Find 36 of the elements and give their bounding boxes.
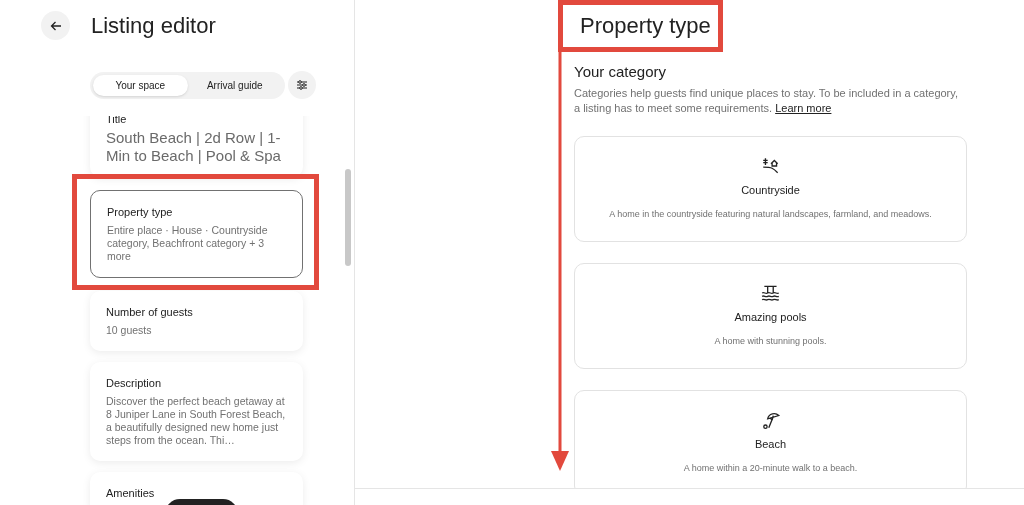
back-button[interactable] bbox=[41, 11, 70, 40]
section-value: 10 guests bbox=[106, 324, 153, 337]
section-card[interactable]: Title South Beach | 2d Row | 1-Min to Beach | Pool & Spa bbox=[90, 116, 303, 177]
section-label: Description bbox=[106, 376, 163, 390]
category-name: Beach bbox=[754, 436, 787, 452]
section-label: Title bbox=[106, 116, 128, 126]
category-name: Countryside bbox=[741, 182, 800, 198]
section-value: South Beach | 2d Row | 1-Min to Beach | Pool & Spa bbox=[106, 129, 282, 165]
category-description: A home within a 20-minute walk to a beach. bbox=[683, 462, 858, 475]
settings-icon bbox=[296, 79, 308, 91]
tab[interactable]: Your space bbox=[93, 74, 188, 96]
category-card[interactable]: Amazing pools A home with stunning pools. bbox=[574, 262, 967, 369]
subheading: Your category bbox=[574, 62, 667, 82]
section-card[interactable]: Description Discover the perfect beach getaway at 8 Juniper Lane in South Forest Beach, a beautifully designed new home just steps from the ocean. Thi… bbox=[90, 362, 303, 461]
section-card[interactable]: Property type Entire place · House · Countryside category, Beachfront category + 3 more bbox=[90, 190, 303, 278]
scrollbar-thumb[interactable] bbox=[345, 169, 351, 266]
category-description: A home in the countryside featuring natural landscapes, farmland, and meadows. bbox=[609, 208, 932, 221]
section-card[interactable]: Number of guests 10 guests bbox=[90, 291, 303, 351]
section-card[interactable]: Amenities bbox=[90, 472, 303, 505]
section-heading: Property type bbox=[579, 12, 712, 40]
countryside-icon bbox=[760, 155, 781, 176]
category-card[interactable]: Countryside A home in the countryside featuring natural landscapes, farmland, and meadows. bbox=[574, 135, 967, 242]
learn-more-link[interactable]: Learn more bbox=[775, 101, 832, 114]
intro-text: Categories help guests find unique places to stay. To be included in a category, a listing has to meet some requirements. Learn more bbox=[574, 85, 960, 116]
category-description: A home with stunning pools. bbox=[714, 335, 827, 348]
page-title: Listing editor bbox=[91, 11, 216, 40]
filter-button[interactable] bbox=[288, 71, 316, 99]
section-value: Entire place · House · Countryside category, Beachfront category + 3 more bbox=[107, 224, 269, 263]
tab[interactable]: Arrival guide bbox=[187, 74, 282, 96]
category-name: Amazing pools bbox=[734, 309, 807, 325]
category-card[interactable]: Beach A home within a 20-minute walk to a beach. bbox=[574, 389, 967, 488]
back-arrow-icon bbox=[49, 19, 62, 32]
section-label: Property type bbox=[107, 205, 174, 219]
section-value: Discover the perfect beach getaway at 8 Juniper Lane in South Forest Beach, a beautifully designed new home just steps from the ocean. Thi… bbox=[106, 395, 287, 447]
section-label: Number of guests bbox=[106, 305, 194, 319]
section-label: Amenities bbox=[106, 486, 156, 500]
